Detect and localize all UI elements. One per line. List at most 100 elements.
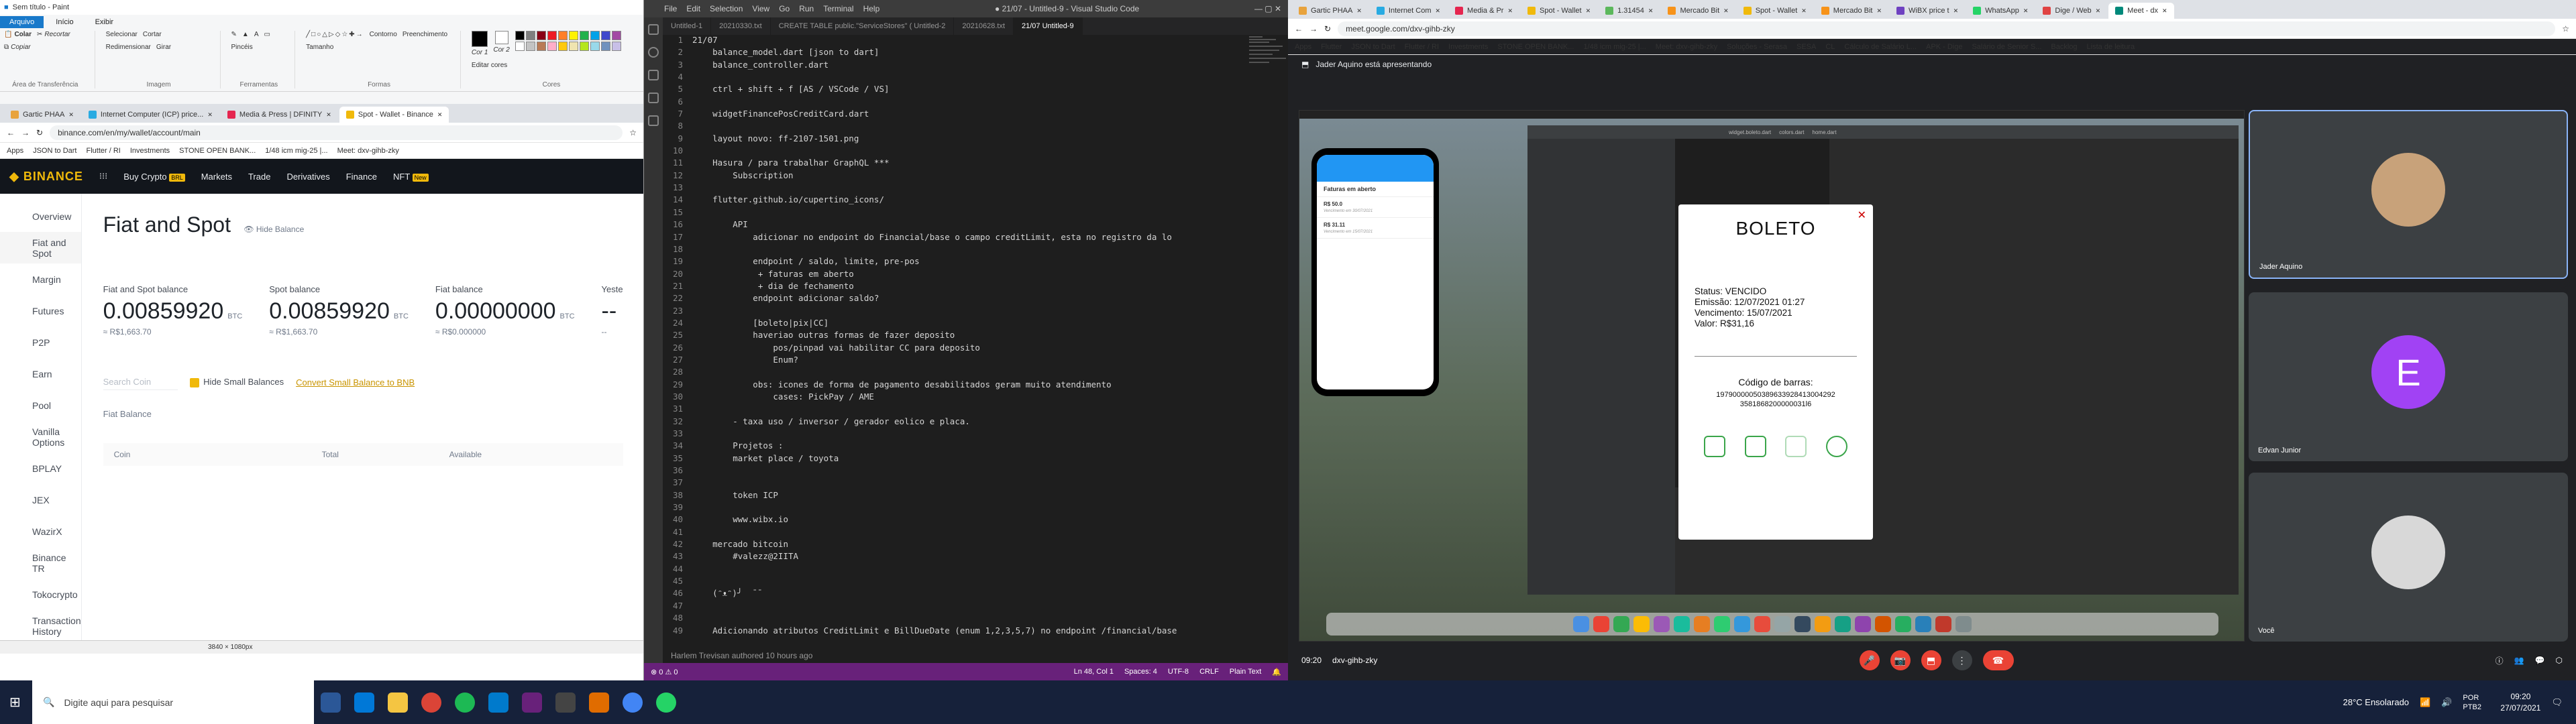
color1-button[interactable]: Cor 1 [472, 31, 488, 56]
close-tab-icon[interactable]: ✕ [1648, 7, 1654, 15]
bookmark-item[interactable]: Cálculo de Salário L... [1844, 43, 1917, 51]
close-tab-icon[interactable]: ✕ [326, 111, 331, 119]
column-header[interactable]: Available [449, 450, 482, 459]
window-controls[interactable]: — ▢ ✕ [1254, 4, 1288, 13]
color-palette[interactable] [515, 31, 621, 51]
chrome-icon[interactable] [623, 692, 643, 713]
edit-colors-button[interactable]: Editar cores [472, 62, 507, 69]
bookmark-item[interactable]: Salário de Senior S... [1972, 43, 2041, 51]
bookmark-item[interactable]: Flutter / RI [1405, 43, 1439, 51]
leave-call-button[interactable]: ☎ [1982, 650, 2014, 670]
back-icon[interactable]: ← [7, 128, 15, 137]
terminal-icon[interactable] [555, 692, 576, 713]
sidebar-item[interactable]: Tokocrypto [0, 579, 81, 610]
more-options-icon[interactable]: ⋮ [1951, 650, 1972, 670]
notifications-icon[interactable]: 🗨 [2551, 697, 2563, 708]
editor-tab[interactable]: Untitled-1 [663, 17, 712, 35]
reload-icon[interactable]: ↻ [36, 128, 43, 137]
menu-item[interactable]: Edit [686, 4, 700, 13]
forward-icon[interactable]: → [21, 128, 30, 137]
menu-item[interactable]: Run [799, 4, 814, 13]
browser-tab[interactable]: Media & Pr ✕ [1448, 3, 1519, 19]
browser-tab[interactable]: WiBX price t ✕ [1890, 3, 1965, 19]
menu-item[interactable]: Help [863, 4, 880, 13]
bookmark-item[interactable]: JSON to Dart [33, 147, 76, 155]
menu-item[interactable]: Selection [710, 4, 743, 13]
sidebar-item[interactable]: Fiat and Spot [0, 232, 81, 263]
indentation[interactable]: Spaces: 4 [1124, 668, 1157, 676]
participant-tile[interactable]: Você [2249, 473, 2568, 642]
bookmark-item[interactable]: APK - Dige [1926, 43, 1962, 51]
sidebar-item[interactable]: Overview [0, 200, 81, 232]
nav-nft[interactable]: NFT New [393, 172, 429, 182]
star-icon[interactable]: ☆ [2562, 24, 2569, 34]
paint-icon[interactable] [589, 692, 609, 713]
nav-trade[interactable]: Trade [248, 172, 270, 182]
paste-button[interactable]: 📋 Colar [4, 31, 32, 38]
bookmark-item[interactable]: Investments [1448, 43, 1488, 51]
file-explorer-icon[interactable] [388, 692, 408, 713]
whatsapp-icon[interactable] [656, 692, 676, 713]
close-tab-icon[interactable]: ✕ [1507, 7, 1513, 15]
column-header[interactable]: Total [322, 450, 449, 459]
convert-small-balance-link[interactable]: Convert Small Balance to BNB [296, 377, 415, 387]
sidebar-item[interactable]: JEX [0, 484, 81, 516]
browser-tab[interactable]: Gartic PHAA ✕ [1292, 3, 1368, 19]
browser-tab[interactable]: Mercado Bit ✕ [1661, 3, 1735, 19]
browser-tab[interactable]: WhatsApp ✕ [1966, 3, 2035, 19]
nav-markets[interactable]: Markets [201, 172, 232, 182]
language-indicator[interactable]: POR PTB2 [2463, 693, 2489, 712]
bookmark-item[interactable]: Investments [130, 147, 170, 155]
paint-tab-home[interactable]: Início [46, 16, 83, 28]
bookmark-item[interactable]: Backlog [2051, 43, 2077, 51]
bookmark-item[interactable]: Meet: dxv-gihb-zky [1656, 43, 1717, 51]
menu-item[interactable]: Go [779, 4, 790, 13]
bookmark-item[interactable]: Apps [7, 147, 23, 155]
browser-tab[interactable]: Spot - Wallet - Binance ✕ [339, 107, 449, 123]
cursor-position[interactable]: Ln 48, Col 1 [1074, 668, 1114, 676]
code-editor[interactable]: 1 21/07 2 balance_model.dart [json to dart… [663, 35, 1288, 663]
invoice-item[interactable]: R$ 50.0 Vencimento em 30/07/2021 [1317, 197, 1434, 218]
bookmark-item[interactable]: Flutter [1321, 43, 1342, 51]
select-button[interactable]: Selecionar [106, 31, 138, 38]
outline-dropdown[interactable]: Contorno [370, 31, 397, 38]
vscode-icon[interactable] [488, 692, 508, 713]
nav-derivatives[interactable]: Derivatives [286, 172, 329, 182]
sidebar-item[interactable]: WazirX [0, 516, 81, 547]
close-tab-icon[interactable]: ✕ [1877, 7, 1882, 15]
source-control-icon[interactable] [648, 70, 659, 80]
editor-tab[interactable]: 21/07 Untitled-9 [1014, 17, 1083, 35]
back-icon[interactable]: ← [1295, 24, 1303, 34]
weather-widget[interactable]: 28°C Ensolarado [2343, 697, 2409, 707]
browser-tab[interactable]: Internet Computer (ICP) price... ✕ [82, 107, 219, 123]
sidebar-item[interactable]: Earn [0, 358, 81, 389]
close-tab-icon[interactable]: ✕ [1953, 7, 1959, 15]
browser-tab[interactable]: Mercado Bit ✕ [1815, 3, 1888, 19]
line-ending[interactable]: CRLF [1199, 668, 1219, 676]
camera-off-icon[interactable]: 📷 [1890, 650, 1911, 670]
close-tab-icon[interactable]: ✕ [2023, 7, 2029, 15]
close-tab-icon[interactable]: ✕ [207, 111, 213, 119]
sidebar-item[interactable]: P2P [0, 326, 81, 358]
info-icon[interactable]: ⓘ [2496, 655, 2504, 666]
close-tab-icon[interactable]: ✕ [68, 111, 74, 119]
bookmark-item[interactable]: STONE OPEN BANK... [179, 147, 256, 155]
people-icon[interactable]: 👥 [2514, 656, 2524, 665]
binance-logo[interactable]: ◆ BINANCE [9, 170, 83, 184]
minimap[interactable] [1248, 35, 1288, 169]
copy-button[interactable]: ⧉ Copiar [4, 44, 31, 51]
sidebar-item[interactable]: Transaction History [0, 610, 81, 642]
close-tab-icon[interactable]: ✕ [1436, 7, 1441, 15]
apps-grid-icon[interactable]: ⁝⁝⁝ [99, 171, 107, 182]
extensions-icon[interactable] [648, 115, 659, 126]
sidebar-item[interactable]: Margin [0, 263, 81, 295]
sidebar-item[interactable]: Futures [0, 295, 81, 326]
explorer-icon[interactable] [648, 24, 659, 35]
menu-item[interactable]: Terminal [823, 4, 853, 13]
activities-icon[interactable]: ⬡ [2556, 656, 2563, 665]
search-coin-input[interactable]: Search Coin [103, 374, 178, 390]
bookmark-item[interactable]: CL [1825, 43, 1835, 51]
close-tab-icon[interactable]: ✕ [1801, 7, 1807, 15]
bookmark-item[interactable]: Soluções - Serasa [1727, 43, 1787, 51]
chrome-icon[interactable] [421, 692, 441, 713]
